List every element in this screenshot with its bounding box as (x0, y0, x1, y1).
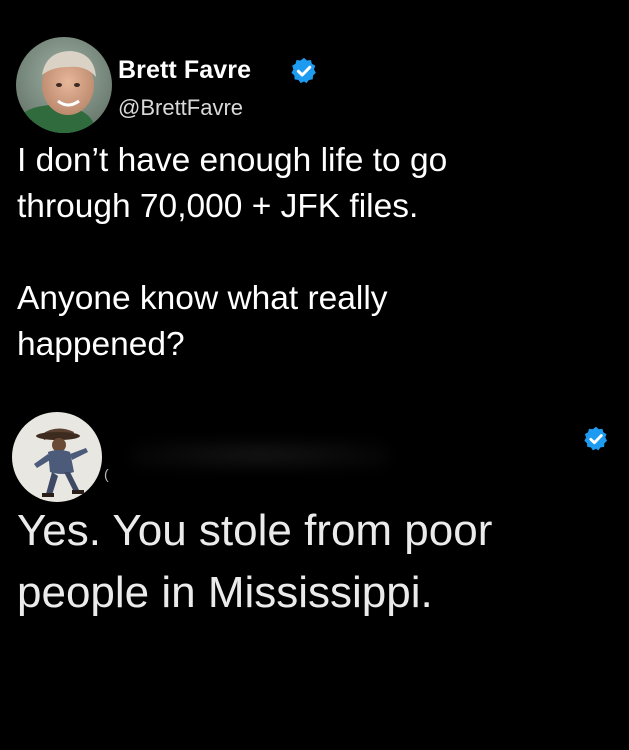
tweet-text: I don’t have enough life to go through 7… (17, 138, 447, 368)
verified-badge-icon (584, 426, 608, 451)
reply-text: Yes. You stole from poor people in Missi… (17, 500, 492, 624)
reply-text-line: people in Mississippi. (17, 568, 433, 617)
verified-badge-icon (291, 57, 316, 84)
profile-photo-avatar-icon (16, 37, 112, 133)
reply-author-handle[interactable]: ( (104, 466, 109, 482)
tweet-text-line: Anyone know what really (17, 280, 388, 317)
author-display-name[interactable]: Brett Favre (118, 55, 251, 85)
cowboy-figure-avatar-icon (12, 412, 102, 502)
tweet-text-line: through 70,000 + JFK files. (17, 188, 419, 225)
tweet-text-line: I don’t have enough life to go (17, 142, 448, 179)
tweet-text-line: happened? (17, 326, 185, 363)
original-tweet: Brett Favre @BrettFavre I don’t have eno… (0, 0, 629, 390)
reply-text-line: Yes. You stole from poor (17, 506, 493, 555)
author-handle[interactable]: @BrettFavre (118, 95, 243, 121)
author-avatar[interactable] (16, 37, 112, 133)
obscured-display-name (130, 440, 390, 470)
reply-author-avatar[interactable] (12, 412, 102, 502)
